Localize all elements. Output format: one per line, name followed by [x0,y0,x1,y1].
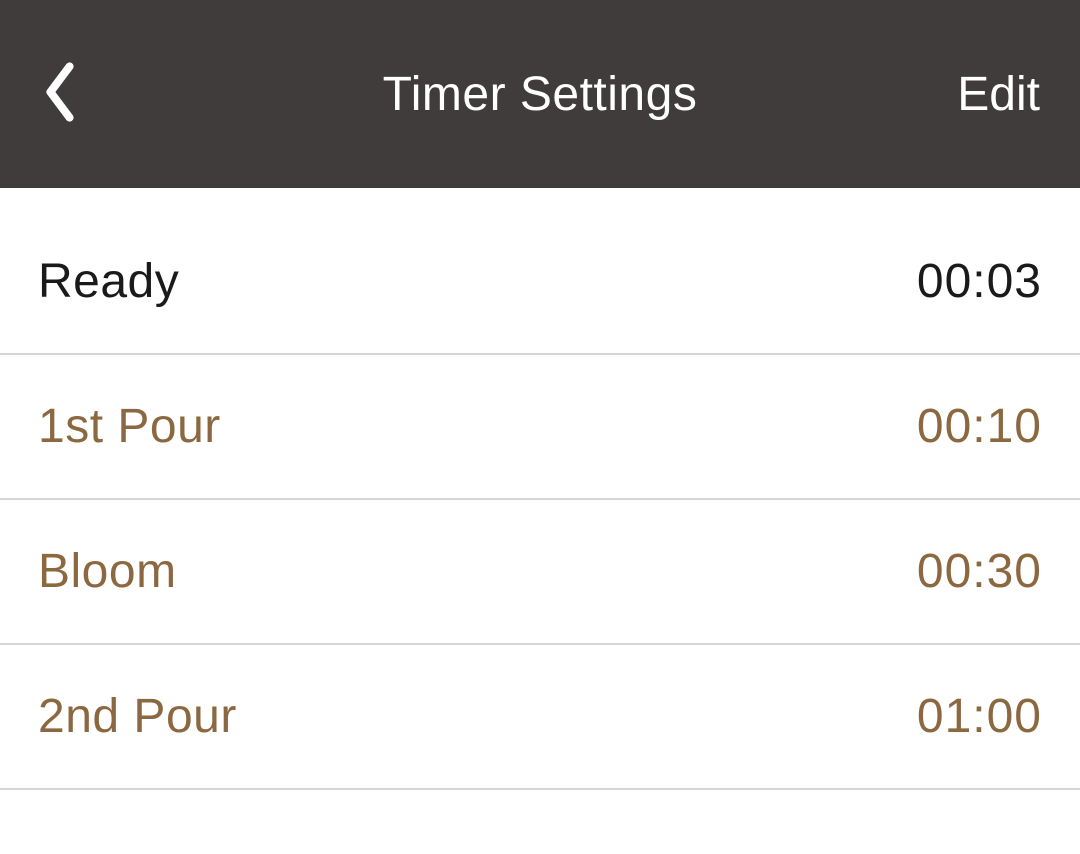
timer-row-time: 00:03 [917,254,1042,309]
header: Timer Settings Edit [0,0,1080,188]
timer-row-time: 00:30 [917,544,1042,599]
timer-row-label: 1st Pour [38,399,221,454]
timer-row-label: 2nd Pour [38,689,237,744]
page-title: Timer Settings [383,67,698,122]
chevron-left-icon [40,60,80,129]
timer-row-label: Bloom [38,544,177,599]
timer-row-1st-pour[interactable]: 1st Pour 00:10 [0,355,1080,500]
edit-button[interactable]: Edit [947,57,1050,132]
timer-row-label: Ready [38,254,179,309]
back-button[interactable] [30,50,90,139]
timer-row-bloom[interactable]: Bloom 00:30 [0,500,1080,645]
timer-row-time: 00:10 [917,399,1042,454]
timer-row-2nd-pour[interactable]: 2nd Pour 01:00 [0,645,1080,790]
timer-row-time: 01:00 [917,689,1042,744]
timer-list: Ready 00:03 1st Pour 00:10 Bloom 00:30 2… [0,210,1080,790]
timer-row-ready[interactable]: Ready 00:03 [0,210,1080,355]
